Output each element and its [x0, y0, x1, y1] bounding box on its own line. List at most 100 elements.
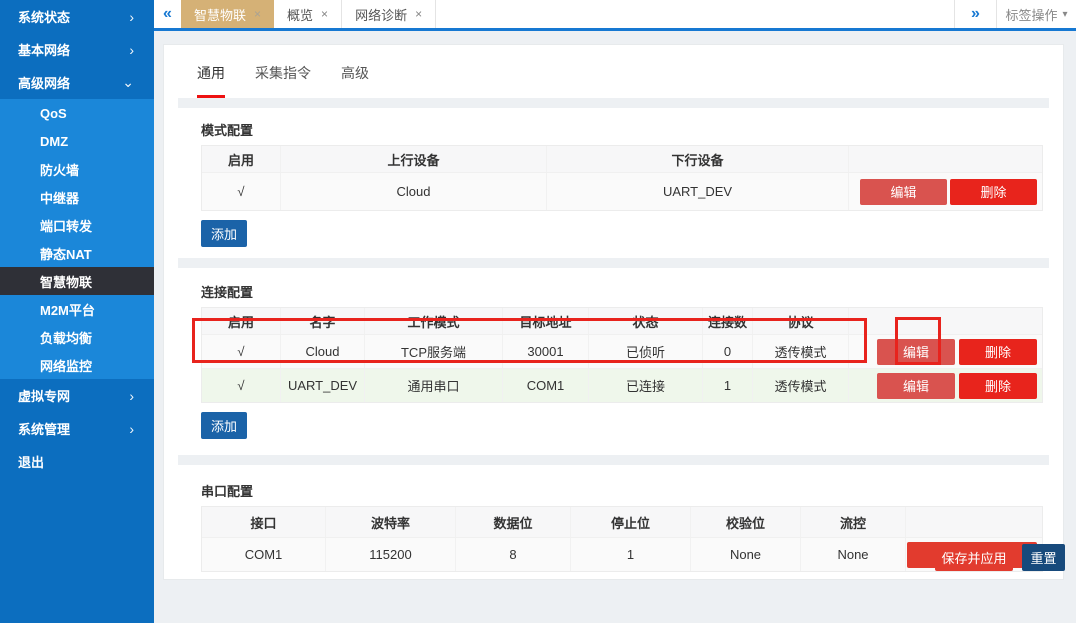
- cell-flow-control: None: [801, 538, 906, 571]
- sidebar-item-load-balance[interactable]: 负载均衡: [0, 323, 154, 351]
- cell-actions: 编辑 删除: [849, 335, 1042, 368]
- column-header: 启用: [202, 308, 281, 334]
- sidebar-item-basic-network[interactable]: 基本网络 ›: [0, 33, 154, 66]
- cell-stop-bits: 1: [571, 538, 691, 571]
- table-row: √ Cloud UART_DEV 编辑 删除: [202, 172, 1042, 210]
- cell-data-bits: 8: [456, 538, 571, 571]
- tab-smart-iot[interactable]: 智慧物联 ×: [181, 0, 274, 28]
- cell-parity: None: [691, 538, 801, 571]
- cell-connection-count: 0: [703, 335, 753, 368]
- connection-config-section: 连接配置 启用 名字 工作模式 目标地址 状态 连接数 协议 √ Cloud T…: [164, 268, 1063, 455]
- tab-network-diagnosis[interactable]: 网络诊断 ×: [342, 0, 436, 28]
- cell-target-address: 30001: [503, 335, 589, 368]
- add-button[interactable]: 添加: [201, 220, 247, 247]
- edit-button[interactable]: 编辑: [877, 373, 955, 399]
- sidebar-item-static-nat[interactable]: 静态NAT: [0, 239, 154, 267]
- chevron-right-icon: ›: [129, 421, 134, 437]
- delete-button[interactable]: 删除: [959, 339, 1037, 365]
- table-header-row: 接口 波特率 数据位 停止位 校验位 流控: [202, 507, 1042, 537]
- cell-name: UART_DEV: [281, 369, 365, 402]
- column-header: 状态: [589, 308, 703, 334]
- column-header: 工作模式: [365, 308, 503, 334]
- cell-name: Cloud: [281, 335, 365, 368]
- sidebar-item-m2m-platform[interactable]: M2M平台: [0, 295, 154, 323]
- column-header: 下行设备: [547, 146, 849, 172]
- sidebar-item-logout[interactable]: 退出: [0, 445, 154, 478]
- mode-config-section: 模式配置 启用 上行设备 下行设备 √ Cloud UART_DEV 编辑 删除: [164, 108, 1063, 258]
- sidebar-item-label: 系统管理: [18, 419, 70, 438]
- sidebar-item-repeater[interactable]: 中继器: [0, 183, 154, 211]
- scroll-tabs-left-button[interactable]: «: [154, 0, 181, 28]
- reset-button[interactable]: 重置: [1022, 544, 1065, 571]
- column-header: 上行设备: [281, 146, 547, 172]
- tab-overview[interactable]: 概览 ×: [274, 0, 342, 28]
- sidebar-item-vpn[interactable]: 虚拟专网 ›: [0, 379, 154, 412]
- cell-uplink-device: Cloud: [281, 173, 547, 210]
- sidebar-item-label: 高级网络: [18, 73, 70, 92]
- chevron-down-icon: ⌄: [122, 74, 134, 91]
- tab-label: 智慧物联: [194, 5, 246, 24]
- column-header: 接口: [202, 507, 326, 537]
- column-header: 波特率: [326, 507, 456, 537]
- page-tab-bar: « 智慧物联 × 概览 × 网络诊断 × » 标签操作 ▾: [154, 0, 1076, 31]
- tab-general[interactable]: 通用: [197, 63, 225, 98]
- sidebar-item-port-forwarding[interactable]: 端口转发: [0, 211, 154, 239]
- section-divider: [178, 258, 1049, 268]
- tab-advanced[interactable]: 高级: [341, 63, 369, 98]
- sidebar-item-label: 系统状态: [18, 7, 70, 26]
- main-area: « 智慧物联 × 概览 × 网络诊断 × » 标签操作 ▾ 通用 采集指令 高级: [154, 0, 1076, 623]
- cell-interface: COM1: [202, 538, 326, 571]
- add-button[interactable]: 添加: [201, 412, 247, 439]
- content-tabs: 通用 采集指令 高级: [164, 45, 1063, 98]
- sidebar-item-label: 退出: [18, 452, 44, 471]
- tab-collect-commands[interactable]: 采集指令: [255, 63, 311, 98]
- sidebar-item-label: 基本网络: [18, 40, 70, 59]
- close-icon[interactable]: ×: [321, 7, 328, 21]
- sidebar-item-qos[interactable]: QoS: [0, 99, 154, 127]
- edit-button[interactable]: 编辑: [860, 179, 947, 205]
- column-header: 校验位: [691, 507, 801, 537]
- column-header: 启用: [202, 146, 281, 172]
- cell-protocol: 透传模式: [753, 369, 849, 402]
- table-row-com1: COM1 115200 8 1 None None 编辑: [202, 537, 1042, 571]
- edit-button[interactable]: 编辑: [877, 339, 955, 365]
- sidebar-item-system-management[interactable]: 系统管理 ›: [0, 412, 154, 445]
- sidebar-item-dmz[interactable]: DMZ: [0, 127, 154, 155]
- delete-button[interactable]: 删除: [950, 179, 1037, 205]
- tab-operations-dropdown[interactable]: 标签操作 ▾: [996, 0, 1076, 28]
- cell-work-mode: 通用串口: [365, 369, 503, 402]
- close-icon[interactable]: ×: [415, 7, 422, 21]
- sidebar-item-smart-iot-selected[interactable]: 智慧物联: [0, 267, 154, 295]
- double-chevron-left-icon: «: [163, 5, 172, 23]
- sidebar-item-system-status[interactable]: 系统状态 ›: [0, 0, 154, 33]
- cell-protocol: 透传模式: [753, 335, 849, 368]
- cell-status: 已侦听: [589, 335, 703, 368]
- column-header: 名字: [281, 308, 365, 334]
- column-header: 流控: [801, 507, 906, 537]
- cell-connection-count: 1: [703, 369, 753, 402]
- column-header-actions: [906, 507, 1042, 537]
- connection-config-table: 启用 名字 工作模式 目标地址 状态 连接数 协议 √ Cloud TCP服务端…: [201, 307, 1043, 403]
- chevron-right-icon: ›: [129, 9, 134, 25]
- cell-baud-rate: 115200: [326, 538, 456, 571]
- cell-target-address: COM1: [503, 369, 589, 402]
- close-icon[interactable]: ×: [254, 7, 261, 21]
- section-divider: [178, 98, 1049, 108]
- tab-bar-spacer: [436, 0, 954, 28]
- sidebar-item-network-monitor[interactable]: 网络监控: [0, 351, 154, 379]
- footer-actions: 保存并应用 重置: [935, 544, 1065, 571]
- chevron-right-icon: ›: [129, 388, 134, 404]
- sidebar-item-firewall[interactable]: 防火墙: [0, 155, 154, 183]
- sidebar-item-advanced-network[interactable]: 高级网络 ⌄: [0, 66, 154, 99]
- double-chevron-right-icon: »: [971, 5, 980, 23]
- serial-config-section: 串口配置 接口 波特率 数据位 停止位 校验位 流控 COM1 115200 8…: [164, 465, 1063, 583]
- column-header: 协议: [753, 308, 849, 334]
- cell-enabled: √: [202, 173, 281, 210]
- scroll-tabs-right-button[interactable]: »: [954, 0, 996, 28]
- column-header: 连接数: [703, 308, 753, 334]
- section-title-serial-config: 串口配置: [201, 481, 1063, 500]
- table-header-row: 启用 名字 工作模式 目标地址 状态 连接数 协议: [202, 308, 1042, 334]
- delete-button[interactable]: 删除: [959, 373, 1037, 399]
- save-and-apply-button[interactable]: 保存并应用: [935, 544, 1013, 571]
- cell-enabled: √: [202, 335, 281, 368]
